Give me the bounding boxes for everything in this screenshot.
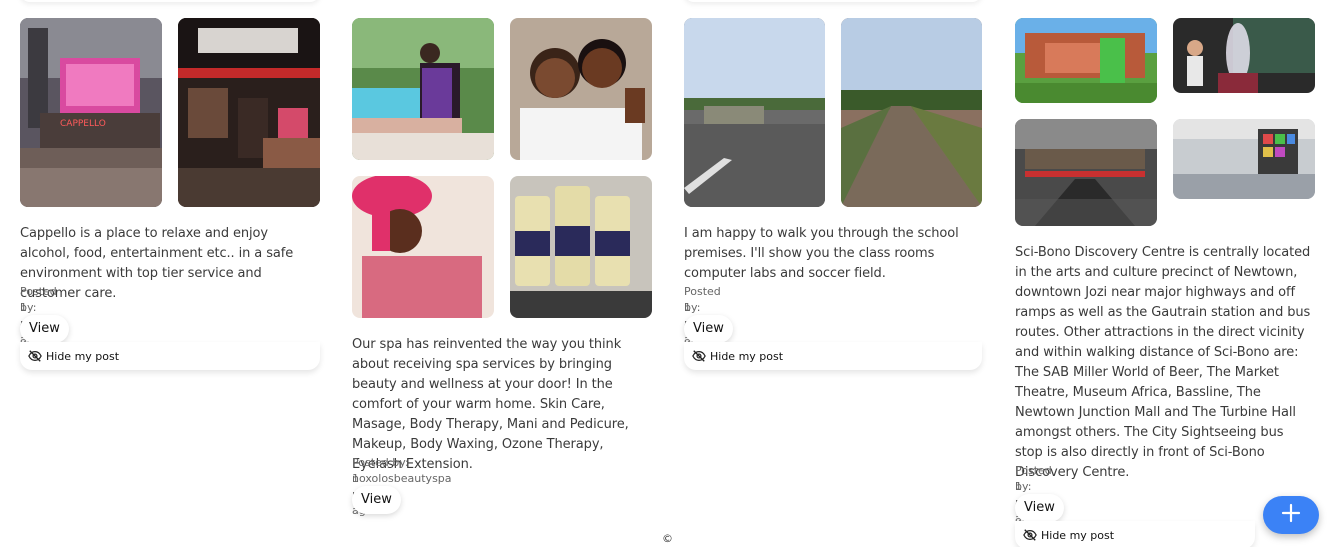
plus-icon: [1281, 503, 1301, 527]
copyright-text: ©: [662, 532, 673, 545]
card-top-edge: [20, 0, 320, 2]
post-image[interactable]: [510, 18, 652, 160]
post-image[interactable]: [352, 18, 494, 160]
svg-text:CAPPELLO: CAPPELLO: [60, 119, 106, 129]
card-top-edge: [684, 0, 982, 2]
hide-post-button[interactable]: Hide my post: [1015, 521, 1255, 547]
post-image[interactable]: [1015, 18, 1157, 103]
post-description: Sci-Bono Discovery Centre is centrally l…: [1015, 245, 1311, 480]
eye-slash-icon: [28, 349, 42, 363]
add-post-button[interactable]: [1263, 496, 1319, 534]
view-button[interactable]: View: [20, 315, 69, 343]
post-image[interactable]: [684, 18, 825, 207]
post-description: I am happy to walk you through the schoo…: [684, 226, 959, 281]
post-image[interactable]: [1015, 119, 1157, 226]
post-image[interactable]: [352, 176, 494, 318]
post-image[interactable]: [178, 18, 320, 207]
hide-post-button[interactable]: Hide my post: [684, 342, 982, 370]
view-button[interactable]: View: [684, 315, 733, 343]
post-image[interactable]: [510, 176, 652, 318]
post-image[interactable]: CAPPELLO: [20, 18, 162, 207]
eye-slash-icon: [692, 349, 706, 363]
hide-post-label: Hide my post: [1041, 528, 1115, 542]
post-image[interactable]: [1173, 119, 1315, 199]
hide-post-label: Hide my post: [46, 349, 120, 363]
hide-post-button[interactable]: Hide my post: [20, 342, 320, 370]
hide-post-label: Hide my post: [710, 349, 784, 363]
post-image[interactable]: [841, 18, 982, 207]
view-button[interactable]: View: [352, 486, 401, 514]
eye-slash-icon: [1023, 528, 1037, 542]
post-image[interactable]: [1173, 18, 1315, 93]
post-description: Our spa has reinvented the way you think…: [352, 337, 629, 472]
view-button[interactable]: View: [1015, 494, 1064, 522]
post-description: Cappello is a place to relaxe and enjoy …: [20, 226, 294, 301]
